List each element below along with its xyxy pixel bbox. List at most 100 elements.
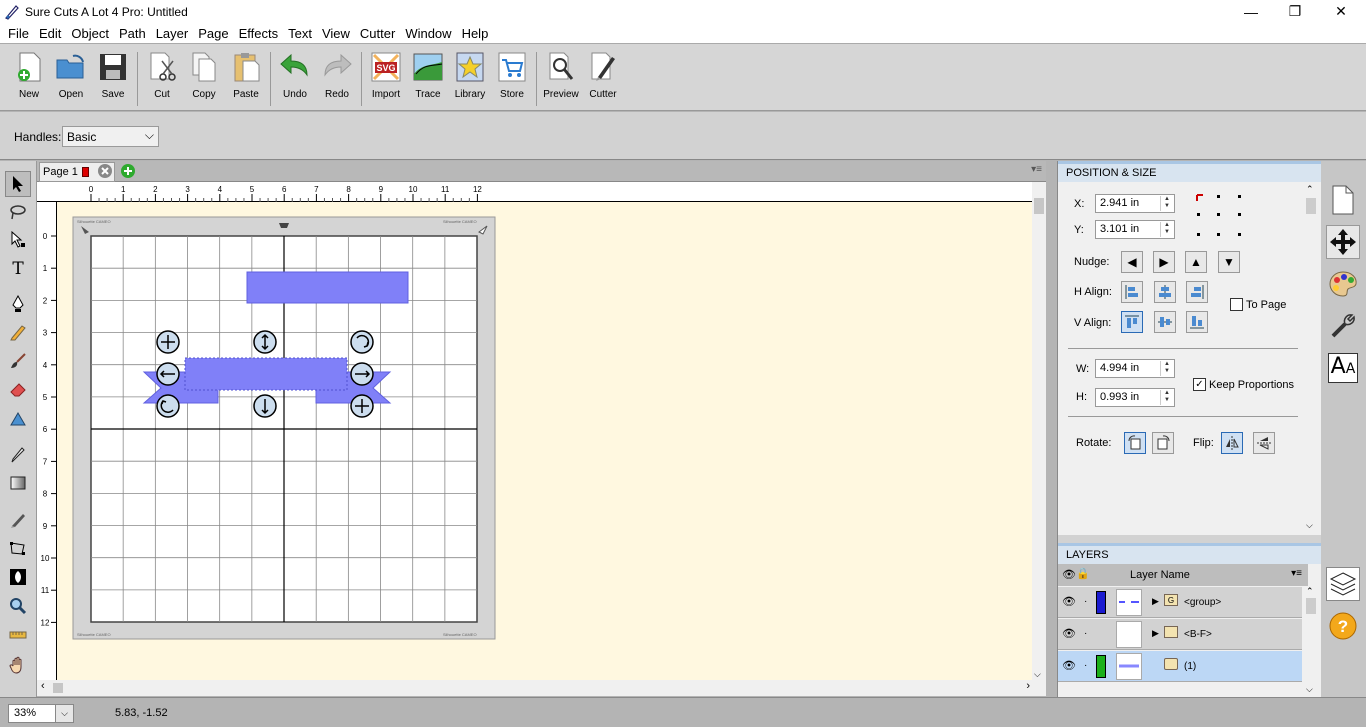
height-spinner[interactable]: ▲ ▼ — [1160, 390, 1173, 405]
visibility-eye-icon[interactable]: 👁 — [1062, 627, 1076, 640]
pen-tool[interactable] — [5, 291, 31, 317]
layer-color-swatch[interactable] — [1096, 591, 1106, 614]
text-tool[interactable]: T — [5, 256, 31, 282]
preview-button[interactable]: Preview — [540, 50, 582, 110]
store-button[interactable]: Store — [491, 50, 533, 110]
text-panel-button[interactable]: AA — [1326, 351, 1360, 385]
shape-tool[interactable] — [5, 406, 31, 432]
lasso-tool[interactable] — [5, 199, 31, 225]
y-field[interactable]: 3.101 in ▲ ▼ — [1095, 220, 1175, 239]
to-page-checkbox[interactable] — [1230, 298, 1243, 311]
scroll-left-icon[interactable]: ‹ — [41, 680, 45, 692]
pan-tool[interactable] — [5, 652, 31, 678]
import-button[interactable]: SVG Import — [365, 50, 407, 110]
y-spinner[interactable]: ▲ ▼ — [1160, 222, 1173, 237]
x-spinner[interactable]: ▲ ▼ — [1160, 196, 1173, 211]
move-handle[interactable] — [156, 330, 180, 354]
lock-dot[interactable]: · — [1084, 628, 1087, 639]
copy-button[interactable]: Copy — [183, 50, 225, 110]
x-field[interactable]: 2.941 in ▲ ▼ — [1095, 194, 1175, 213]
layers-scrollbar[interactable]: ⌃ ⌵ — [1302, 586, 1320, 697]
zoom-tool[interactable] — [5, 593, 31, 619]
align-top-button[interactable] — [1121, 311, 1143, 333]
tab-menu-icon[interactable]: ▾≡ — [1031, 164, 1042, 175]
measure-tool[interactable] — [5, 622, 31, 648]
menu-page[interactable]: Page — [193, 26, 233, 41]
chevron-down-icon[interactable]: ⌵ — [55, 705, 73, 722]
nudge-right-button[interactable]: ▶ — [1153, 251, 1175, 273]
lock-dot[interactable]: · — [1084, 596, 1087, 607]
layer-row-selected[interactable]: 👁 · (1) — [1058, 651, 1302, 682]
expand-triangle-icon[interactable]: ▶ — [1152, 596, 1159, 607]
scroll-right-icon[interactable]: › — [1026, 680, 1030, 692]
align-bottom-button[interactable] — [1186, 311, 1208, 333]
align-left-button[interactable] — [1121, 281, 1143, 303]
scroll-up-icon[interactable]: ⌃ — [1306, 586, 1314, 597]
node-edit-tool[interactable] — [5, 227, 31, 253]
canvas-horizontal-scrollbar[interactable]: ‹ › — [37, 680, 1046, 696]
resize-left-handle[interactable] — [156, 362, 180, 386]
scroll-thumb[interactable] — [1034, 198, 1044, 214]
pencil-tool[interactable] — [5, 319, 31, 345]
scroll-thumb[interactable] — [1306, 198, 1316, 214]
layer-row[interactable]: 👁 · ▶ <B-F> — [1058, 619, 1302, 650]
flip-vertical-button[interactable] — [1253, 432, 1275, 454]
top-banner-shape[interactable] — [246, 271, 409, 304]
lock-dot[interactable]: · — [1084, 660, 1087, 671]
canvas-workspace[interactable]: Silhouette CAMEO Silhouette CAMEO Silhou… — [57, 202, 1032, 680]
minimize-button[interactable]: — — [1228, 0, 1274, 23]
undo-button[interactable]: Undo — [274, 50, 316, 110]
menu-effects[interactable]: Effects — [234, 26, 284, 41]
menu-object[interactable]: Object — [66, 26, 114, 41]
flip-horizontal-button[interactable] — [1221, 432, 1243, 454]
save-button[interactable]: Save — [92, 50, 134, 110]
rotate-top-right-handle[interactable] — [350, 330, 374, 354]
redo-button[interactable]: Redo — [316, 50, 358, 110]
layer-menu-icon[interactable]: ▾≡ — [1291, 568, 1302, 579]
scroll-thumb[interactable] — [53, 683, 63, 693]
tools-panel-button[interactable] — [1326, 309, 1360, 343]
scroll-up-icon[interactable]: ⌃ — [1306, 184, 1314, 195]
knife-tool[interactable] — [5, 507, 31, 533]
align-middle-button[interactable] — [1154, 311, 1176, 333]
nudge-up-button[interactable]: ▲ — [1185, 251, 1207, 273]
color-panel-button[interactable] — [1326, 267, 1360, 301]
library-button[interactable]: Library — [449, 50, 491, 110]
nudge-left-button[interactable]: ◀ — [1121, 251, 1143, 273]
menu-layer[interactable]: Layer — [151, 26, 194, 41]
resize-bottom-handle[interactable] — [253, 394, 277, 418]
cut-button[interactable]: Cut — [141, 50, 183, 110]
scroll-down-icon[interactable]: ⌵ — [1306, 684, 1313, 695]
gradient-tool[interactable] — [5, 470, 31, 496]
lock-icon[interactable]: 🔒 — [1076, 567, 1090, 580]
open-button[interactable]: Open — [50, 50, 92, 110]
menu-cutter[interactable]: Cutter — [355, 26, 400, 41]
close-page-icon[interactable] — [97, 163, 113, 179]
menu-file[interactable]: File — [3, 26, 34, 41]
add-page-icon[interactable] — [120, 163, 136, 179]
align-right-button[interactable] — [1186, 281, 1208, 303]
resize-corner-handle[interactable] — [350, 394, 374, 418]
maximize-button[interactable]: ❐ — [1272, 0, 1318, 23]
menu-window[interactable]: Window — [400, 26, 456, 41]
layer-row[interactable]: 👁 · ▶ G <group> — [1058, 587, 1302, 618]
scroll-thumb[interactable] — [1306, 598, 1316, 614]
width-spinner[interactable]: ▲ ▼ — [1160, 361, 1173, 376]
eraser-tool[interactable] — [5, 376, 31, 402]
menu-edit[interactable]: Edit — [34, 26, 66, 41]
visibility-eye-icon[interactable]: 👁 — [1062, 595, 1076, 608]
handles-select[interactable]: Basic ⌵ — [62, 126, 159, 147]
scroll-down-icon[interactable]: ⌵ — [1306, 520, 1313, 531]
align-center-h-button[interactable] — [1154, 281, 1176, 303]
layer-color-swatch[interactable] — [1096, 655, 1106, 678]
expand-triangle-icon[interactable]: ▶ — [1152, 628, 1159, 639]
properties-scrollbar[interactable]: ⌃ ⌵ — [1302, 182, 1320, 535]
zoom-select[interactable]: 33% ⌵ — [8, 704, 74, 723]
polygon-tool[interactable] — [5, 535, 31, 561]
help-button[interactable]: ? — [1326, 609, 1360, 643]
rotate-ccw-button[interactable] — [1124, 432, 1146, 454]
select-tool[interactable] — [5, 171, 31, 197]
canvas-vertical-scrollbar[interactable]: ⌵ — [1032, 182, 1046, 680]
width-field[interactable]: 4.994 in ▲ ▼ — [1095, 359, 1175, 378]
reference-point-grid[interactable] — [1195, 193, 1245, 239]
